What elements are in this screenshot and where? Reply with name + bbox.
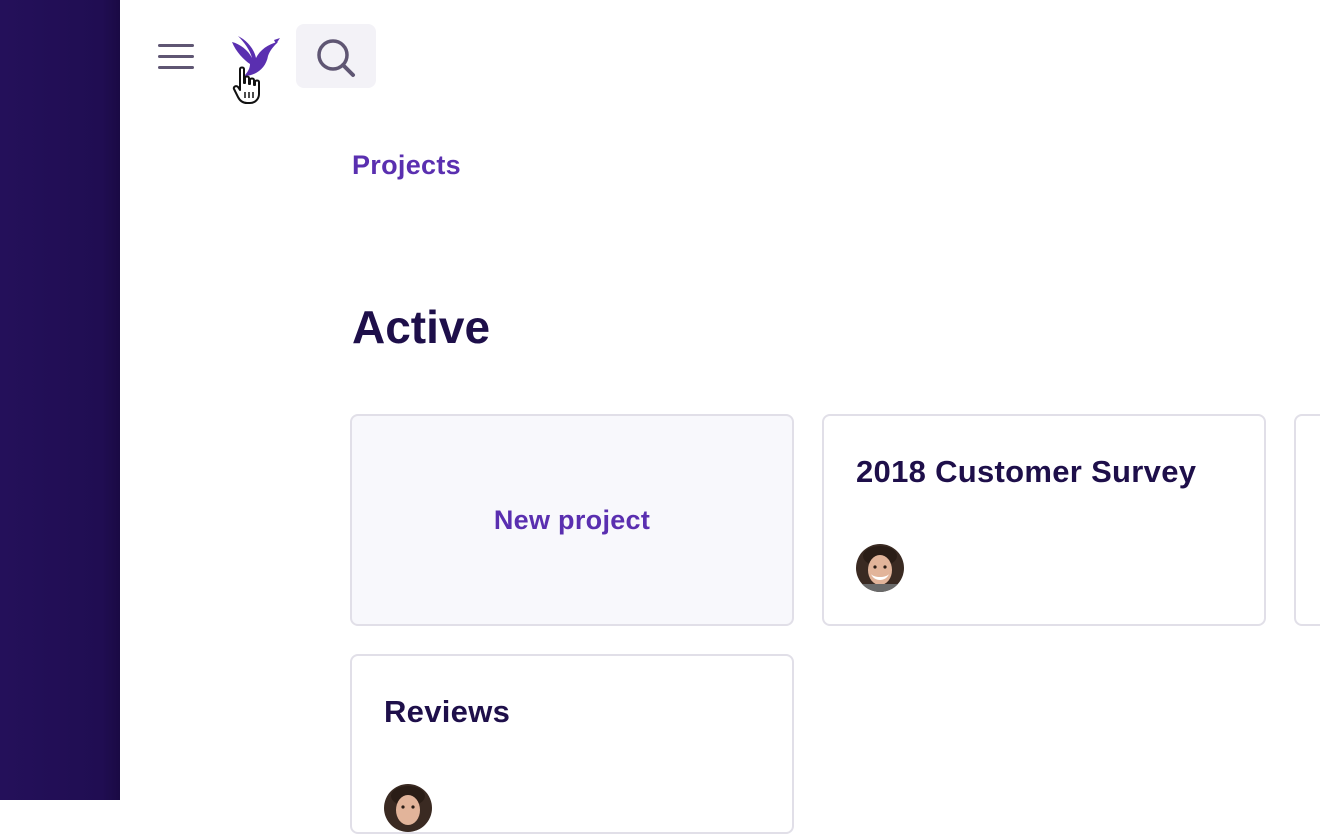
- user-avatar: [856, 544, 904, 592]
- project-card-partial[interactable]: [1294, 414, 1320, 626]
- project-card[interactable]: 2018 Customer Survey: [822, 414, 1266, 626]
- project-card[interactable]: Reviews: [350, 654, 794, 834]
- project-title: 2018 Customer Survey: [856, 454, 1197, 489]
- breadcrumb-projects[interactable]: Projects: [352, 150, 461, 181]
- section-title: Active: [352, 301, 491, 353]
- bird-logo-icon[interactable]: [230, 34, 282, 80]
- hamburger-menu-icon[interactable]: [158, 38, 194, 74]
- top-bar: [120, 0, 1320, 110]
- user-avatar: [384, 784, 432, 832]
- left-rail: [0, 0, 120, 800]
- new-project-label: New project: [493, 504, 651, 535]
- search-button[interactable]: [296, 24, 376, 88]
- new-project-card[interactable]: New project: [350, 414, 794, 626]
- search-icon: [317, 39, 355, 77]
- project-title: Reviews: [384, 694, 511, 729]
